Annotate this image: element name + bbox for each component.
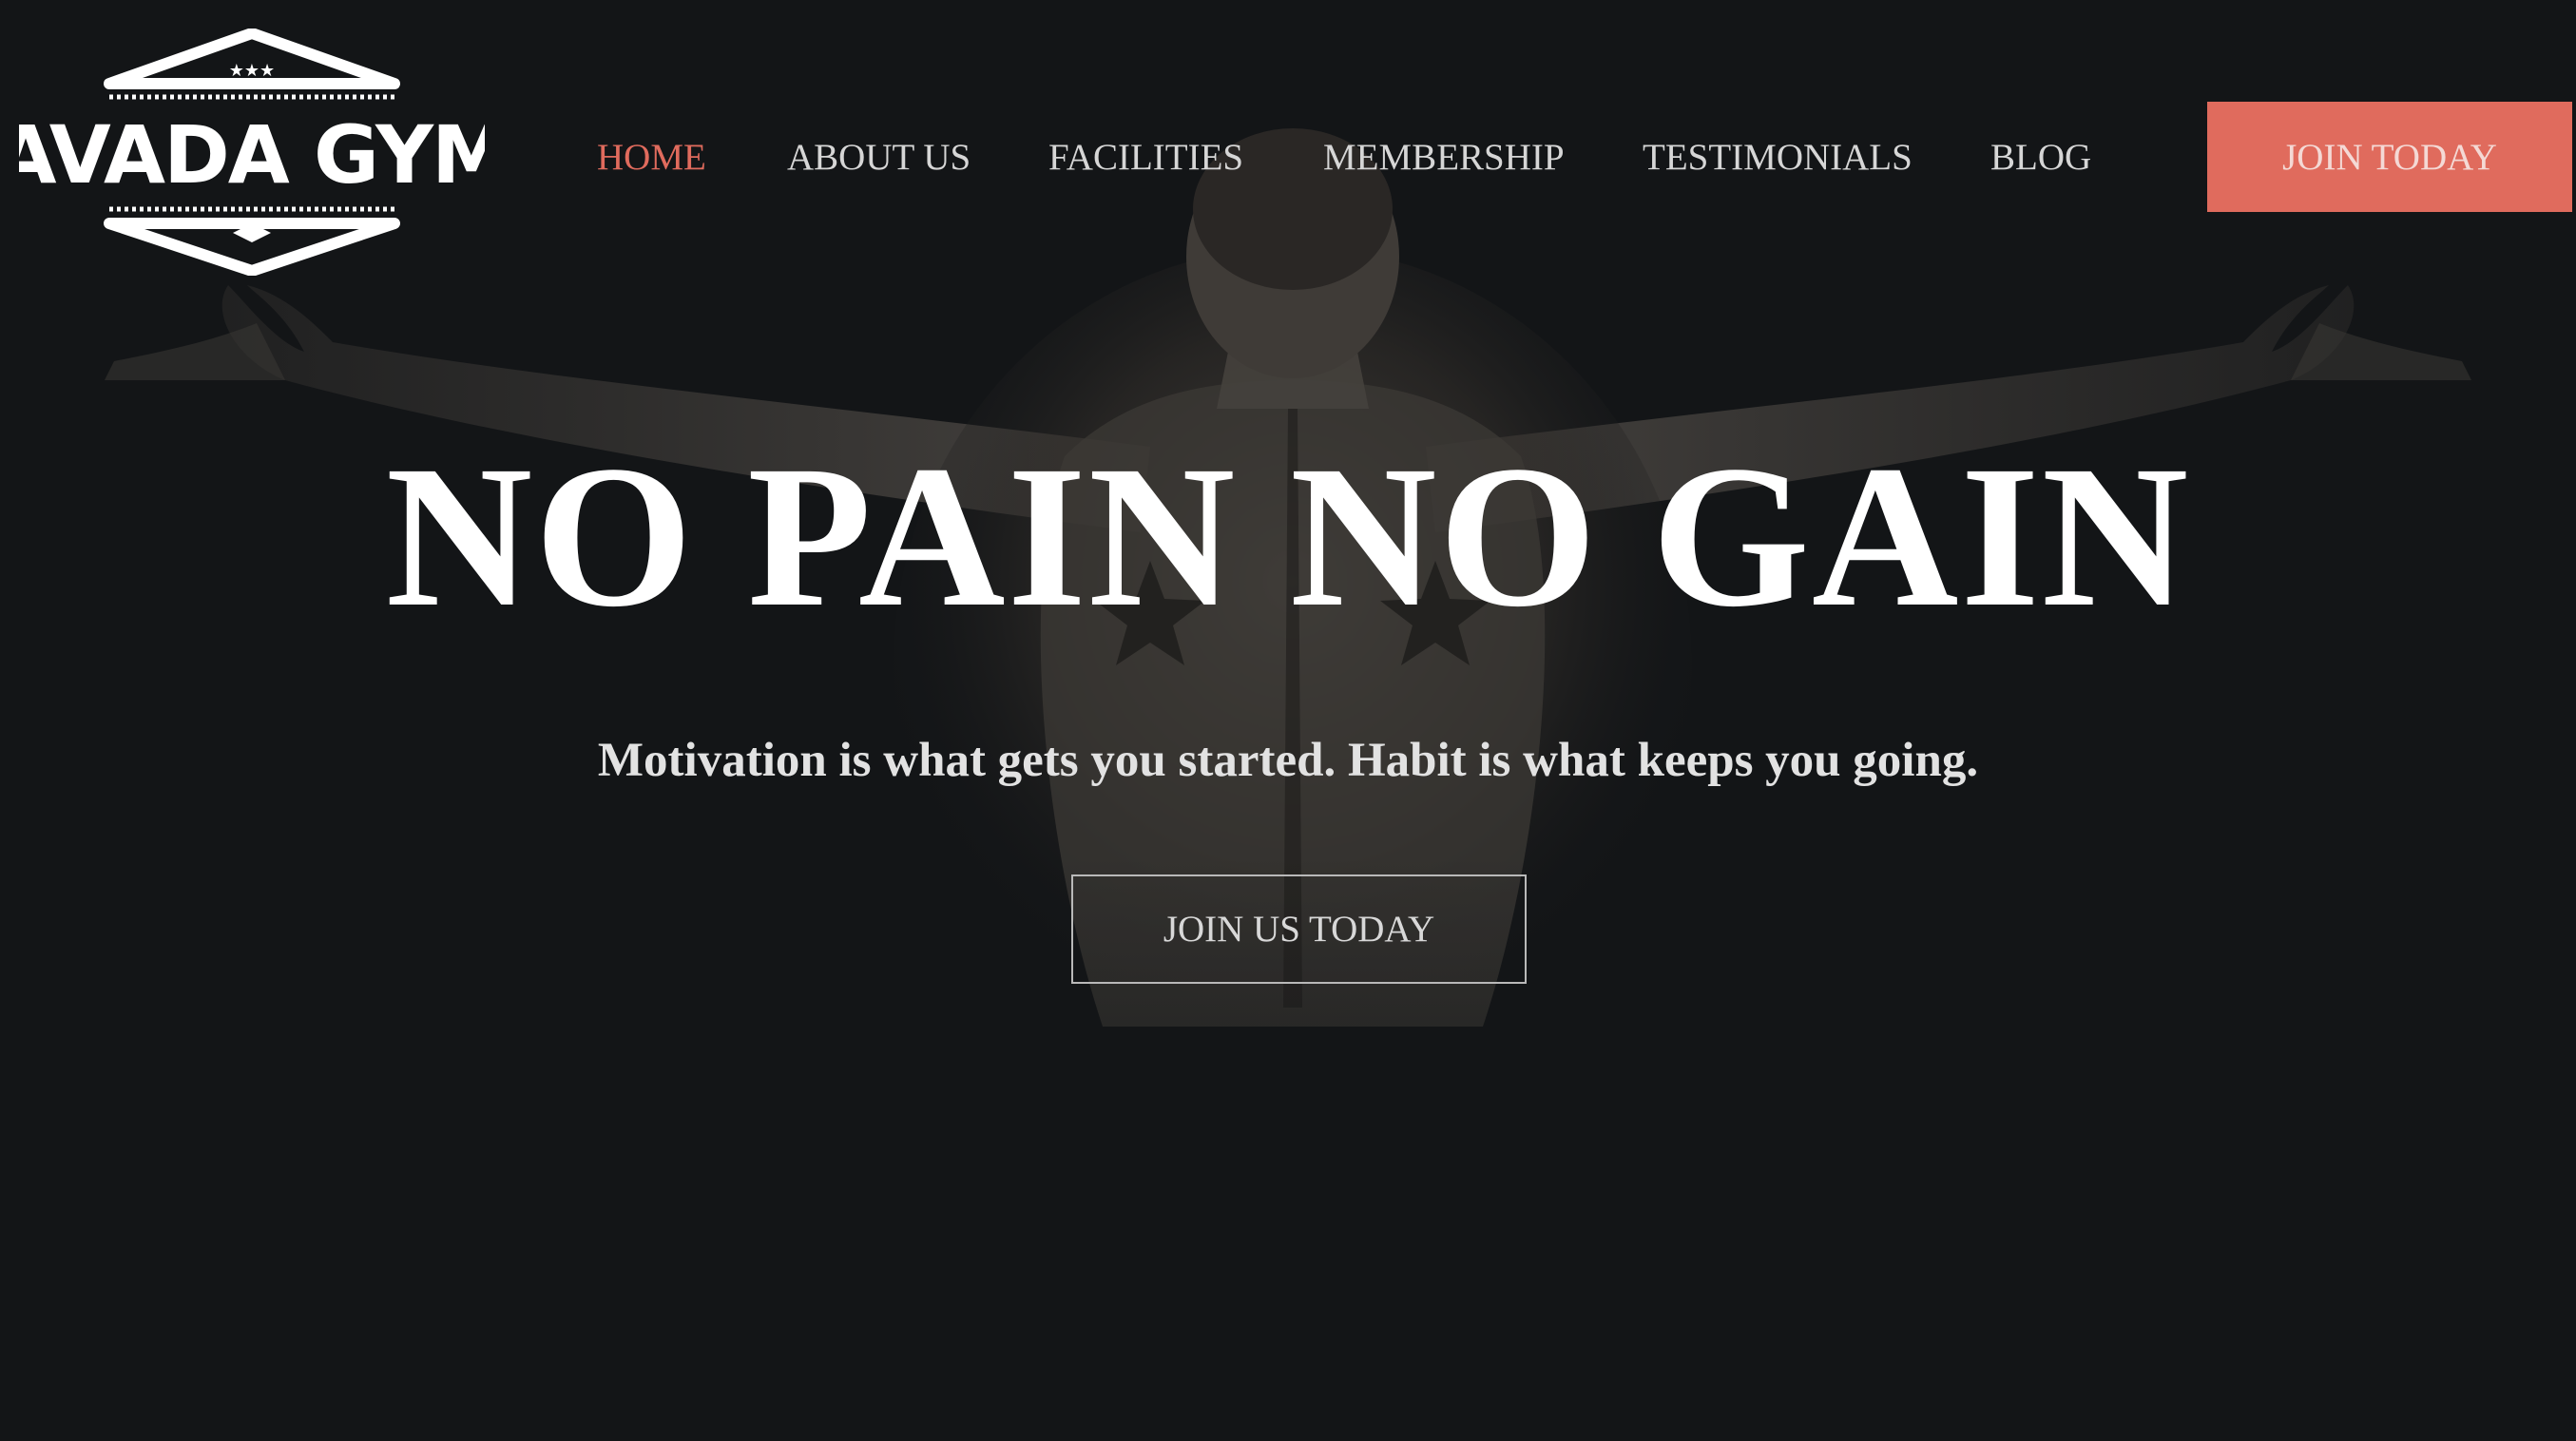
hero-headline: NO PAIN NO GAIN bbox=[385, 424, 2191, 649]
join-us-today-button[interactable]: JOIN US TODAY bbox=[1071, 874, 1527, 984]
hero-section: ★★★ AVADA GYM HOME ABOUT US FACILITIES M… bbox=[0, 0, 2576, 1441]
svg-text:★★★: ★★★ bbox=[229, 61, 275, 81]
nav-item-home[interactable]: HOME bbox=[597, 131, 706, 184]
nav-item-about-us[interactable]: ABOUT US bbox=[787, 131, 971, 184]
nav-item-membership[interactable]: MEMBERSHIP bbox=[1323, 131, 1565, 184]
nav-item-blog[interactable]: BLOG bbox=[1990, 131, 2091, 184]
join-today-button[interactable]: JOIN TODAY bbox=[2207, 102, 2572, 212]
svg-text:AVADA GYM: AVADA GYM bbox=[19, 108, 485, 202]
avada-gym-logo[interactable]: ★★★ AVADA GYM bbox=[19, 29, 485, 276]
hero-tagline: Motivation is what gets you started. Hab… bbox=[597, 734, 1979, 787]
nav-item-testimonials[interactable]: TESTIMONIALS bbox=[1643, 131, 1913, 184]
nav-item-facilities[interactable]: FACILITIES bbox=[1048, 131, 1243, 184]
